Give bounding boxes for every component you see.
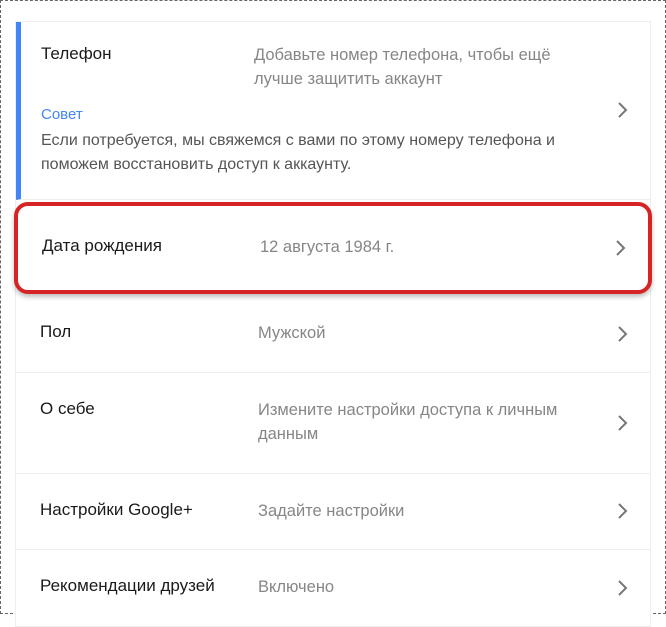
gplus-value: Задайте настройки	[258, 500, 626, 524]
chevron-right-icon	[618, 102, 628, 118]
tip-text: Если потребуется, мы свяжемся с вами по …	[41, 129, 626, 177]
chevron-right-icon	[618, 326, 628, 342]
friends-value: Включено	[258, 576, 626, 600]
phone-value: Добавьте номер телефона, чтобы ещё лучше…	[254, 44, 626, 92]
chevron-right-icon	[618, 580, 628, 596]
settings-frame: Телефон Добавьте номер телефона, чтобы е…	[0, 0, 666, 614]
about-label: О себе	[40, 399, 258, 419]
chevron-right-icon	[616, 240, 626, 256]
birthday-label: Дата рождения	[42, 236, 260, 256]
friends-label: Рекомендации друзей	[40, 576, 258, 596]
birthday-value: 12 августа 1984 г.	[260, 236, 624, 260]
gender-value: Мужской	[258, 322, 626, 346]
chevron-right-icon	[618, 415, 628, 431]
row-friends[interactable]: Рекомендации друзей Включено	[16, 550, 650, 626]
row-gplus[interactable]: Настройки Google+ Задайте настройки	[16, 474, 650, 551]
gplus-label: Настройки Google+	[40, 500, 258, 520]
row-phone[interactable]: Телефон Добавьте номер телефона, чтобы е…	[16, 22, 650, 200]
row-birthday[interactable]: Дата рождения 12 августа 1984 г.	[14, 202, 652, 294]
chevron-right-icon	[618, 503, 628, 519]
phone-label: Телефон	[41, 44, 254, 64]
settings-panel: Телефон Добавьте номер телефона, чтобы е…	[15, 21, 651, 627]
row-about[interactable]: О себе Измените настройки доступа к личн…	[16, 373, 650, 474]
row-gender[interactable]: Пол Мужской	[16, 296, 650, 373]
about-value: Измените настройки доступа к личным данн…	[258, 399, 626, 447]
tip-label: Совет	[41, 106, 626, 123]
gender-label: Пол	[40, 322, 258, 342]
